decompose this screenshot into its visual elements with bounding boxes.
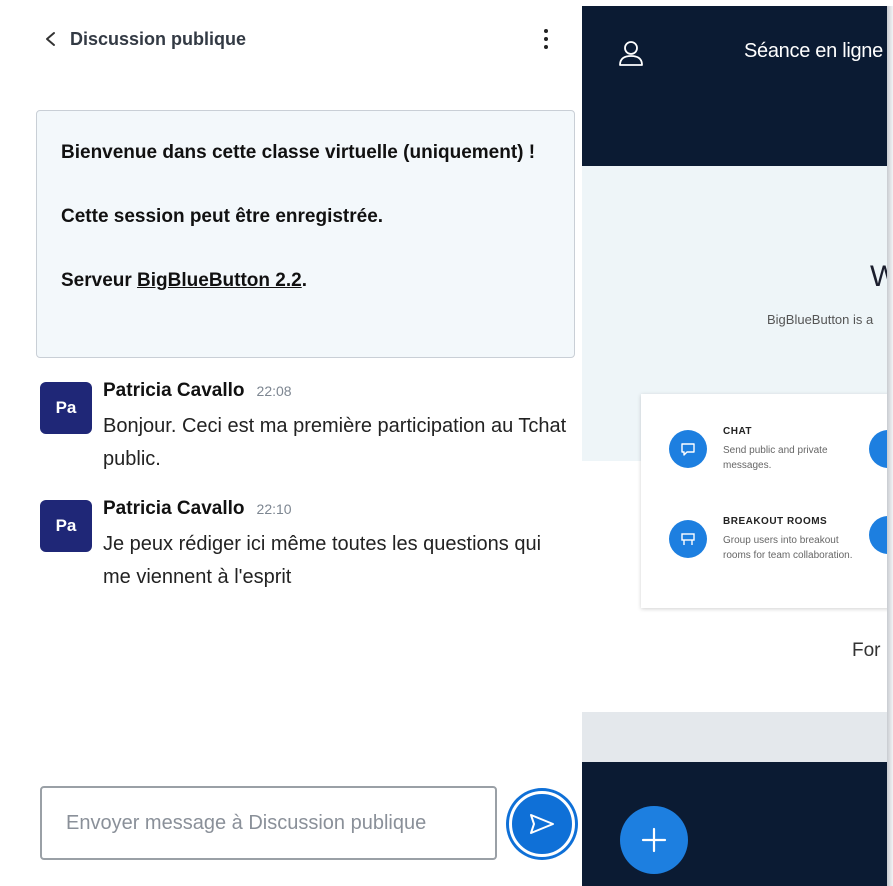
plus-icon	[641, 827, 667, 853]
add-action-button[interactable]	[620, 806, 688, 874]
feature-text: CHAT Send public and private messages.	[723, 426, 863, 473]
send-button[interactable]	[509, 791, 575, 857]
message-body: Patricia Cavallo 22:08 Bonjour. Ceci est…	[103, 380, 573, 476]
message-input[interactable]	[42, 788, 495, 858]
message-time: 22:08	[256, 383, 292, 399]
message-text: Bonjour. Ceci est ma première participat…	[103, 415, 567, 470]
breakout-rooms-icon	[669, 520, 707, 558]
slide-subtitle: BigBlueButton is a	[767, 312, 874, 327]
feature-title: CHAT	[723, 426, 753, 437]
more-options-button[interactable]	[535, 24, 557, 54]
welcome-message: Bienvenue dans cette classe virtuelle (u…	[36, 110, 575, 358]
message-input-container	[40, 786, 497, 860]
message-text: Je peux rédiger ici même toutes les ques…	[103, 533, 542, 588]
message-body: Patricia Cavallo 22:10 Je peux rédiger i…	[103, 498, 573, 594]
presentation-area: Séance en ligne W BigBlueButton is a CHA…	[582, 6, 887, 886]
presentation-topbar: Séance en ligne	[582, 6, 887, 166]
feature-icon	[869, 516, 887, 554]
chat-title: Discussion publique	[70, 28, 247, 49]
message-meta: Patricia Cavallo 22:08	[103, 380, 573, 408]
user-icon[interactable]	[618, 39, 644, 67]
feature-description: Send public and private messages.	[723, 445, 828, 471]
message-author: Patricia Cavallo	[103, 380, 245, 401]
feature-title: BREAKOUT ROOMS	[723, 516, 828, 527]
server-info: Serveur BigBlueButton 2.2.	[61, 270, 307, 291]
chevron-left-icon	[46, 32, 55, 46]
feature-description: Group users into breakout rooms for team…	[723, 535, 853, 561]
bigbluebutton-link[interactable]: BigBlueButton 2.2	[137, 270, 302, 291]
welcome-line: Bienvenue dans cette classe virtuelle (u…	[61, 142, 536, 163]
slide-more-text: For	[852, 640, 881, 661]
vertical-dots-icon	[544, 29, 548, 33]
recording-notice: Cette session peut être enregistrée.	[61, 206, 384, 227]
chat-header: Discussion publique	[0, 0, 582, 76]
window-edge-shadow	[887, 6, 893, 886]
slide-title: W	[870, 260, 887, 293]
message-meta: Patricia Cavallo 22:10	[103, 498, 573, 526]
feature-text: BREAKOUT ROOMS Group users into breakout…	[723, 516, 863, 563]
avatar: Pa	[40, 500, 92, 552]
presentation-slide: W BigBlueButton is a CHAT Send public an…	[582, 166, 887, 762]
back-button[interactable]: Discussion publique	[44, 24, 246, 54]
message-time: 22:10	[256, 501, 292, 517]
avatar: Pa	[40, 382, 92, 434]
chat-panel: Discussion publique Bienvenue dans cette…	[0, 0, 582, 886]
message-author: Patricia Cavallo	[103, 498, 245, 519]
chat-bubble-icon	[669, 430, 707, 468]
features-card: CHAT Send public and private messages. B…	[641, 394, 887, 608]
slide-footer-band	[582, 712, 887, 762]
send-icon	[530, 814, 554, 834]
feature-icon	[869, 430, 887, 468]
session-title: Séance en ligne	[744, 40, 883, 62]
